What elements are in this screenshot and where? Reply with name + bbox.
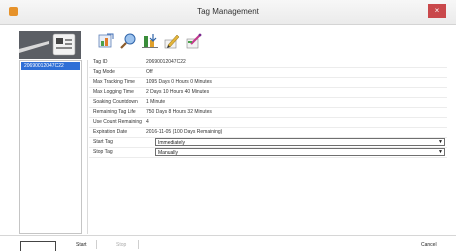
property-label: Max Tracking Time [93,79,135,85]
property-value: 2016-11-05 (100 Days Remaining) [146,129,223,135]
tag-list-item-selected[interactable]: 20690012047C22 [21,62,80,70]
tag-device-logo [19,31,81,59]
title-bar: Tag Management × [0,0,456,25]
close-button[interactable]: × [428,4,446,18]
property-value: 4 [146,119,149,125]
tag-list[interactable]: 20690012047C22 [19,60,82,234]
property-label: Max Logging Time [93,89,134,95]
property-value: 2 Days 10 Hours 40 Minutes [146,89,210,95]
download-icon[interactable] [141,32,159,50]
window-title: Tag Management [197,7,259,16]
panel-divider [87,60,88,234]
dropdown-arrow-icon[interactable]: ▼ [438,139,443,145]
property-label: Remaining Tag Life [93,109,136,115]
stop-tag-value: Manually [158,150,179,156]
property-label: Tag ID [93,59,108,65]
property-label: Expiration Date [93,129,128,135]
tag-device-icon [19,31,81,59]
status-box [20,241,56,251]
property-value: 20690012047C22 [146,59,186,65]
property-label: Soaking Countdown [93,99,138,105]
start-tag-value: Immediately [158,140,185,146]
property-value: 750 Days 8 Hours 32 Minutes [146,109,212,115]
start-tag-select[interactable]: Immediately ▼ [155,138,445,146]
settings-icon[interactable] [185,32,203,50]
export-icon[interactable] [97,32,115,50]
property-value: Off [146,69,153,75]
property-label: Use Count Remaining [93,119,142,125]
footer-divider [0,235,456,236]
property-value: 1095 Days 0 Hours 0 Minutes [146,79,212,85]
property-row-stop-tag: Stop Tag Manually ▼ [89,147,447,158]
stop-button[interactable]: Stop [116,242,126,248]
stop-tag-label: Stop Tag [93,149,113,155]
cancel-button[interactable]: Cancel [421,242,437,248]
start-tag-label: Start Tag [93,139,113,145]
footer-separator [96,240,97,249]
edit-icon[interactable] [163,32,181,50]
search-icon[interactable] [119,32,137,50]
start-button[interactable]: Start [76,242,87,248]
stop-tag-select[interactable]: Manually ▼ [155,148,445,156]
property-label: Tag Mode [93,69,115,75]
dropdown-arrow-icon[interactable]: ▼ [438,149,443,155]
footer-separator [138,240,139,249]
property-value: 1 Minute [146,99,166,105]
